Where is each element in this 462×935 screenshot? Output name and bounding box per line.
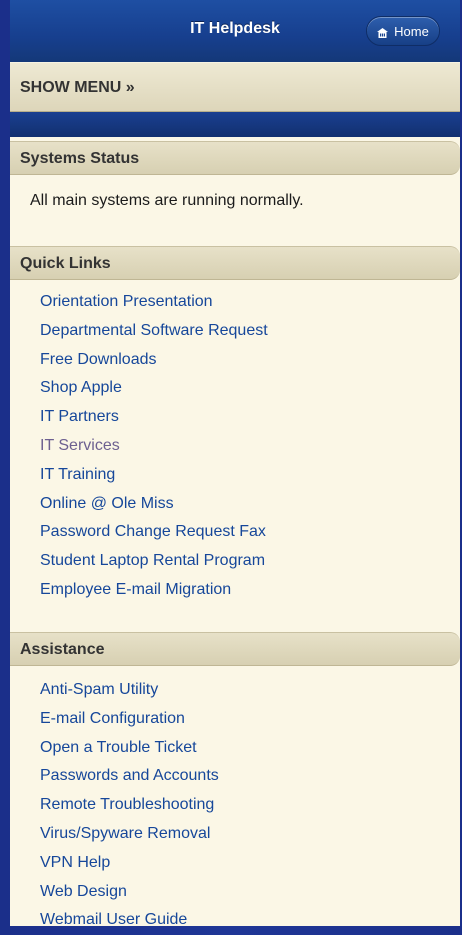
systems-status-header: Systems Status xyxy=(10,141,460,175)
show-menu-button[interactable]: SHOW MENU » xyxy=(10,62,460,112)
link-password-change-request-fax[interactable]: Password Change Request Fax xyxy=(40,518,268,547)
link-email-configuration[interactable]: E-mail Configuration xyxy=(40,705,219,734)
link-open-trouble-ticket[interactable]: Open a Trouble Ticket xyxy=(40,734,219,763)
link-employee-email-migration[interactable]: Employee E-mail Migration xyxy=(40,576,268,605)
show-menu-label: SHOW MENU » xyxy=(20,79,135,96)
home-icon xyxy=(377,26,389,38)
link-student-laptop-rental-program[interactable]: Student Laptop Rental Program xyxy=(40,547,268,576)
link-remote-troubleshooting[interactable]: Remote Troubleshooting xyxy=(40,791,219,820)
quick-links-header: Quick Links xyxy=(10,246,460,280)
link-online-ole-miss[interactable]: Online @ Ole Miss xyxy=(40,490,268,519)
link-passwords-and-accounts[interactable]: Passwords and Accounts xyxy=(40,762,219,791)
home-button-label: Home xyxy=(394,23,429,39)
link-free-downloads[interactable]: Free Downloads xyxy=(40,346,268,375)
assistance-header: Assistance xyxy=(10,632,460,666)
assistance-heading: Assistance xyxy=(20,641,105,658)
home-button[interactable]: Home xyxy=(366,16,440,46)
systems-status-text: All main systems are running normally. xyxy=(30,192,304,209)
link-it-partners[interactable]: IT Partners xyxy=(40,403,268,432)
quick-links-heading: Quick Links xyxy=(20,255,111,272)
link-web-design[interactable]: Web Design xyxy=(40,878,219,907)
link-it-training[interactable]: IT Training xyxy=(40,461,268,490)
quick-links-list: Orientation Presentation Departmental So… xyxy=(40,288,268,605)
link-virus-spyware-removal[interactable]: Virus/Spyware Removal xyxy=(40,820,219,849)
link-departmental-software-request[interactable]: Departmental Software Request xyxy=(40,317,268,346)
link-orientation-presentation[interactable]: Orientation Presentation xyxy=(40,288,268,317)
link-anti-spam-utility[interactable]: Anti-Spam Utility xyxy=(40,676,219,705)
divider-band xyxy=(10,112,460,137)
systems-status-heading: Systems Status xyxy=(20,150,140,167)
assistance-list: Anti-Spam Utility E-mail Configuration O… xyxy=(40,676,219,935)
page-container: IT Helpdesk Home SHOW MENU » Systems Sta… xyxy=(10,0,460,928)
link-shop-apple[interactable]: Shop Apple xyxy=(40,374,268,403)
header-bar: IT Helpdesk Home xyxy=(10,0,460,63)
link-it-services[interactable]: IT Services xyxy=(40,432,268,461)
link-webmail-user-guide[interactable]: Webmail User Guide xyxy=(40,906,219,935)
link-vpn-help[interactable]: VPN Help xyxy=(40,849,219,878)
